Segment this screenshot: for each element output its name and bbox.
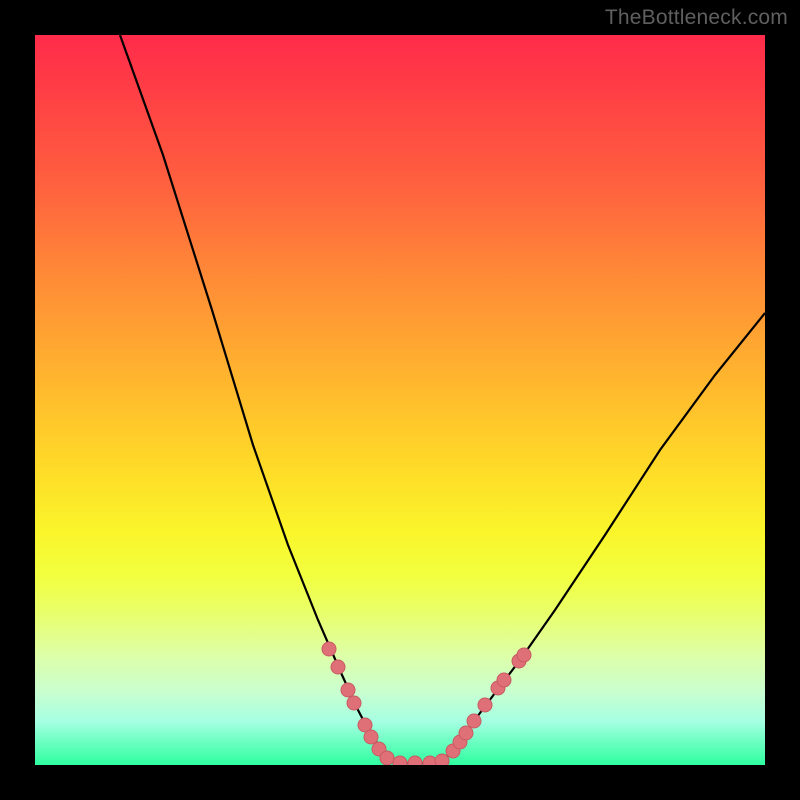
chart-frame: TheBottleneck.com [0,0,800,800]
data-marker [459,726,473,740]
left-curve-path [120,35,392,762]
data-marker [517,648,531,662]
data-marker [364,730,378,744]
data-marker [467,714,481,728]
data-marker [331,660,345,674]
data-marker [408,756,422,765]
curve-layer [35,35,765,765]
data-marker [435,754,449,765]
right-curve-path [442,313,765,762]
data-marker [497,673,511,687]
data-marker [393,756,407,765]
data-marker [380,751,394,765]
data-marker [322,642,336,656]
marker-group [322,642,531,765]
data-marker [341,683,355,697]
data-marker [347,696,361,710]
watermark-text: TheBottleneck.com [605,6,788,30]
plot-area [35,35,765,765]
data-marker [478,698,492,712]
